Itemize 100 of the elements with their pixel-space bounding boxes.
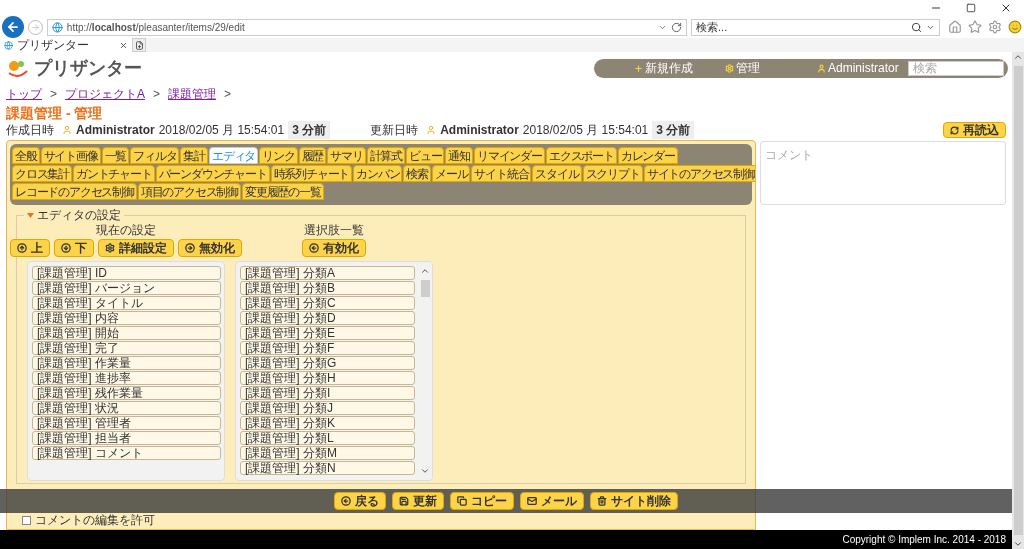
editor-button[interactable]: 有効化 [302,239,366,257]
user-icon [62,125,72,135]
list-item[interactable]: [課題管理] 分類K [240,416,415,430]
star-icon[interactable] [968,20,982,34]
settings-tab[interactable]: カレンダー [617,147,678,164]
settings-tab[interactable]: 通知 [445,147,474,164]
settings-tab[interactable]: クロス集計 [12,165,72,182]
checkbox[interactable] [22,515,31,525]
list-item[interactable]: [課題管理] 内容 [32,311,221,325]
browser-tab[interactable]: プリザンター [0,38,132,52]
list-item[interactable]: [課題管理] 分類L [240,431,415,445]
scroll-up-icon[interactable] [420,266,430,276]
settings-tab[interactable]: エクスポート [545,147,617,164]
scroll-down-icon[interactable] [420,466,430,476]
settings-tab[interactable]: 集計 [180,147,209,164]
settings-tab[interactable]: メール [432,165,471,182]
scroll-down-icon[interactable] [1013,539,1023,549]
command-button[interactable]: 戻る [334,492,386,510]
nav-link[interactable]: 新規作成 [634,59,726,77]
editor-button[interactable]: 下 [54,239,94,257]
close-tab-icon[interactable] [119,40,128,50]
settings-tab[interactable]: ビュー [406,147,445,164]
list-scrollbar[interactable] [418,262,432,480]
settings-tab[interactable]: スタイル [532,165,582,182]
list-item[interactable]: [課題管理] 分類D [240,311,415,325]
settings-tab[interactable]: レコードのアクセス制御 [12,183,137,200]
settings-tab[interactable]: バーンダウンチャート [155,165,270,182]
settings-tab[interactable]: 項目のアクセス制御 [137,183,241,200]
list-item[interactable]: [課題管理] 残作業量 [32,386,221,400]
browser-search-field[interactable]: 検索... [691,18,940,36]
close-icon[interactable] [1000,2,1012,14]
smiley-icon[interactable] [1008,20,1022,34]
list-item[interactable]: [課題管理] 分類A [240,266,415,280]
breadcrumb-link[interactable]: トップ [6,85,42,103]
settings-tab[interactable]: リンク [259,147,298,164]
scrollbar-thumb[interactable] [420,280,430,297]
list-item[interactable]: [課題管理] 完了 [32,341,221,355]
settings-tab[interactable]: スクリプト [582,165,643,182]
editor-button[interactable]: 無効化 [178,239,242,257]
command-button[interactable]: サイト削除 [590,492,678,510]
list-item[interactable]: [課題管理] 分類B [240,281,415,295]
list-item[interactable]: [課題管理] 分類F [240,341,415,355]
settings-tab[interactable]: 計算式 [366,147,406,164]
address-field[interactable]: http://localhost/pleasanter/items/29/edit [46,18,688,36]
settings-icon[interactable] [988,20,1002,34]
list-item[interactable]: [課題管理] コメント [32,446,221,460]
settings-tab[interactable]: サマリ [327,147,366,164]
elapsed-time: 3 分前 [288,121,331,139]
new-tab-button[interactable] [132,38,146,52]
scrollbar-thumb[interactable] [1013,66,1023,535]
list-item[interactable]: [課題管理] 分類N [240,461,415,475]
list-item[interactable]: [課題管理] タイトル [32,296,221,310]
settings-tab[interactable]: ガントチャート [73,165,155,182]
refresh-icon[interactable] [671,21,683,33]
list-item[interactable]: [課題管理] バージョン [32,281,221,295]
breadcrumb-link[interactable]: プロジェクトA [65,85,146,103]
caret-icon[interactable] [27,211,34,219]
list-item[interactable]: [課題管理] 作業量 [32,356,221,370]
list-item[interactable]: [課題管理] 分類G [240,356,415,370]
nav-link[interactable]: 管理 [725,59,817,77]
breadcrumb-link[interactable]: 課題管理 [168,85,217,103]
list-item[interactable]: [課題管理] 分類I [240,386,415,400]
list-item[interactable]: [課題管理] 分類C [240,296,415,310]
editor-button[interactable]: 上 [10,239,50,257]
list-item[interactable]: [課題管理] 状況 [32,401,221,415]
restore-icon[interactable] [966,3,976,13]
settings-tab[interactable]: フィルタ [130,147,180,164]
nav-link[interactable]: Administrator [816,59,909,77]
command-button[interactable]: コピー [450,492,514,510]
list-item[interactable]: [課題管理] 分類E [240,326,415,340]
settings-tab[interactable]: 履歴 [298,147,327,164]
settings-tab[interactable]: 検索 [403,165,432,182]
list-item[interactable]: [課題管理] 開始 [32,326,221,340]
list-item[interactable]: [課題管理] 管理者 [32,416,221,430]
settings-tab[interactable]: 全般 [12,147,40,164]
list-item[interactable]: [課題管理] ID [32,266,221,280]
list-item[interactable]: [課題管理] 分類M [240,446,415,460]
reload-button[interactable]: 再読込 [943,122,1006,138]
list-item[interactable]: [課題管理] 担当者 [32,431,221,445]
datetime: 2018/02/05 月 15:54:01 [158,122,285,139]
command-button[interactable]: 更新 [392,492,444,510]
search-icon[interactable] [911,21,922,33]
home-icon[interactable] [948,20,962,34]
settings-tab[interactable]: サイト統合 [471,165,532,182]
list-item[interactable]: [課題管理] 分類H [240,371,415,385]
scroll-up-icon[interactable] [1013,52,1023,62]
settings-tab[interactable]: エディタ [209,147,259,164]
settings-tab[interactable]: 一覧 [101,147,130,164]
list-item[interactable]: [課題管理] 進捗率 [32,371,221,385]
editor-button[interactable]: 詳細設定 [98,239,174,257]
settings-tab[interactable]: リマインダー [474,147,545,164]
page-scrollbar[interactable] [1012,52,1024,549]
list-item[interactable]: [課題管理] 分類J [240,401,415,415]
settings-tab[interactable]: サイト画像 [40,147,101,164]
settings-tab[interactable]: カンバン [353,165,403,182]
back-button[interactable] [2,16,24,38]
command-button[interactable]: メール [520,492,584,510]
settings-tab[interactable]: 変更履歴の一覧 [242,183,324,200]
settings-tab[interactable]: サイトのアクセス制御 [643,165,755,182]
settings-tab[interactable]: 時系列チャート [270,165,353,182]
